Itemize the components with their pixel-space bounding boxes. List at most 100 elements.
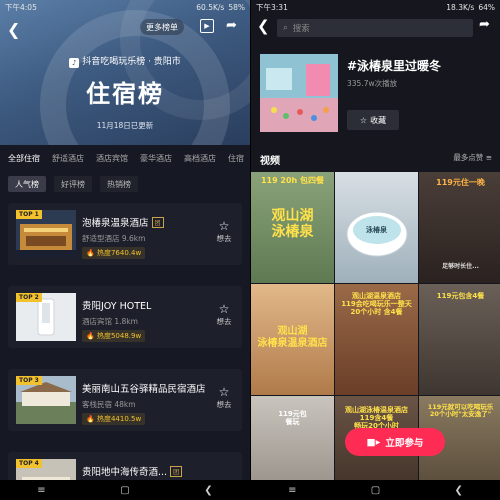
douyin-logo-icon: ♪ bbox=[69, 58, 80, 68]
bookmark-icon: ☆ bbox=[359, 115, 368, 125]
share-icon[interactable]: ➦ bbox=[226, 18, 237, 33]
hotel-thumbnail: TOP 2 bbox=[16, 293, 76, 341]
chip-best-selling[interactable]: 热销榜 bbox=[100, 176, 138, 192]
video-caption-small: 足够时长住... bbox=[442, 263, 479, 270]
tab-all-lodging[interactable]: 全部住宿 bbox=[8, 153, 40, 164]
hotel-name[interactable]: 美丽南山五谷驿精品民宿酒店 bbox=[82, 381, 206, 395]
search-icon: ⌕ bbox=[283, 23, 288, 33]
ranking-card[interactable]: TOP 1 泡椿泉温泉酒店团 舒适型酒店 9.6km 🔥 热度7640.4w ☆… bbox=[8, 203, 242, 265]
hotel-thumbnail: TOP 1 bbox=[16, 210, 76, 258]
join-label: 立即参与 bbox=[385, 438, 424, 449]
ranking-brand: ♪ 抖音吃喝玩乐榜 · 贵阳市 bbox=[0, 54, 250, 68]
hotel-thumbnail: TOP 3 bbox=[16, 376, 76, 424]
rank-tag: TOP 2 bbox=[16, 293, 42, 302]
want-to-go-button[interactable]: ☆ 想去 bbox=[212, 302, 236, 327]
home-icon[interactable]: ▢ bbox=[371, 485, 380, 496]
video-tile[interactable]: 观山湖温泉酒店 119会吃喝玩乐一整天 20个小时 含4餐 bbox=[335, 284, 418, 395]
brand-label: 抖音吃喝玩乐榜 · 贵阳市 bbox=[82, 57, 181, 67]
battery-level: 64% bbox=[478, 2, 495, 12]
network-speed: 60.5K/s bbox=[196, 2, 225, 12]
status-time: 下午3:31 bbox=[256, 2, 288, 12]
chip-popular[interactable]: 人气榜 bbox=[8, 176, 46, 192]
ranking-card[interactable]: TOP 3 美丽南山五谷驿精品民宿酒店 客栈民宿 48km 🔥 热度4410.5… bbox=[8, 369, 242, 431]
hotel-name-text: 泡椿泉温泉酒店 bbox=[82, 218, 149, 229]
search-placeholder: 搜索 bbox=[292, 24, 310, 34]
star-icon: ☆ bbox=[218, 302, 230, 316]
chip-top-rated[interactable]: 好评榜 bbox=[54, 176, 92, 192]
back-arrow-icon[interactable]: ❮ bbox=[257, 17, 270, 35]
video-caption: 119元住一晚 bbox=[436, 178, 485, 187]
hotel-name[interactable]: 贵阳JOY HOTEL bbox=[82, 298, 151, 312]
tab-lodging[interactable]: 住宿 bbox=[228, 153, 244, 164]
hotel-name[interactable]: 贵阳地中海传奇酒... 团 bbox=[82, 464, 183, 478]
group-buy-badge: 团 bbox=[170, 466, 183, 477]
back-arrow-icon[interactable]: ❮ bbox=[7, 20, 20, 39]
hotel-meta: 舒适型酒店 9.6km bbox=[82, 234, 146, 243]
video-tile[interactable]: 观山湖 泳椿泉温泉酒店 bbox=[251, 284, 334, 395]
menu-icon[interactable]: ≡ bbox=[37, 485, 45, 496]
network-speed: 18.3K/s bbox=[446, 2, 475, 12]
hotel-meta: 客栈民宿 48km bbox=[82, 400, 136, 409]
video-caption: 观山湖温泉酒店 119会吃喝玩乐一整天 20个小时 含4餐 bbox=[341, 292, 412, 317]
heat-badge: 🔥 热度7640.4w bbox=[82, 247, 146, 259]
video-tile[interactable]: 119元住一晚 足够时长住... bbox=[419, 172, 500, 283]
topic-title: #泳椿泉里过暖冬 bbox=[347, 59, 442, 73]
menu-icon[interactable]: ≡ bbox=[288, 485, 296, 496]
tab-comfort-hotel[interactable]: 舒适酒店 bbox=[52, 153, 84, 164]
want-label: 想去 bbox=[216, 317, 232, 326]
collect-label: 收藏 bbox=[370, 115, 387, 125]
heat-badge: 🔥 热度4410.5w bbox=[82, 413, 146, 425]
heat-badge: 🔥 热度5048.9w bbox=[82, 330, 146, 342]
video-caption-large: 观山湖 泳椿泉温泉酒店 bbox=[257, 326, 328, 349]
video-caption: 119元包 餐玩 bbox=[278, 410, 307, 427]
home-icon[interactable]: ▢ bbox=[120, 485, 129, 496]
rank-tag: TOP 3 bbox=[16, 376, 42, 385]
play-icon[interactable]: ▶ bbox=[200, 19, 214, 33]
rank-tag: TOP 1 bbox=[16, 210, 42, 219]
video-caption: 泳椿泉 bbox=[366, 226, 387, 234]
back-icon[interactable]: ❮ bbox=[454, 485, 462, 496]
tab-upscale-hotel[interactable]: 高档酒店 bbox=[184, 153, 216, 164]
video-caption: 119 20h 包四餐 bbox=[260, 176, 325, 185]
topic-screen: 下午3:31 18.3K/s 64% ❮ ⌕ 搜索 ➦ #泳椿泉里过暖冬 335… bbox=[250, 0, 500, 500]
join-now-button[interactable]: ■▸ 立即参与 bbox=[345, 428, 445, 456]
search-input[interactable]: ⌕ 搜索 bbox=[277, 19, 473, 37]
status-bar: 下午3:31 18.3K/s 64% bbox=[251, 0, 500, 14]
video-tile[interactable]: 泳椿泉 bbox=[335, 172, 418, 283]
sort-label: 最多点赞 bbox=[453, 153, 484, 162]
star-icon: ☆ bbox=[218, 219, 230, 233]
video-caption: 观山湖泳椿温泉酒店 119含4餐 畅玩20个小时 bbox=[345, 406, 408, 431]
video-caption-large: 观山湖 泳椿泉 bbox=[271, 208, 314, 241]
heat-value: 热度7640.4w bbox=[96, 249, 142, 257]
search-header: ❮ ⌕ 搜索 ➦ bbox=[251, 17, 500, 37]
status-time: 下午4:05 bbox=[5, 2, 37, 12]
heat-value: 热度5048.9w bbox=[96, 332, 142, 340]
ranking-card[interactable]: TOP 2 贵阳JOY HOTEL 酒店宾馆 1.8km 🔥 热度5048.9w… bbox=[8, 286, 242, 348]
video-caption: 119元就可以吃喝玩乐 20个小时"太安逸了" bbox=[427, 403, 494, 419]
video-camera-icon: ■▸ bbox=[366, 436, 381, 448]
hotel-name[interactable]: 泡椿泉温泉酒店团 bbox=[82, 215, 164, 229]
topic-play-count: 335.7w次播放 bbox=[347, 79, 398, 88]
want-label: 想去 bbox=[216, 234, 232, 243]
video-tile[interactable]: 119元包含4餐 bbox=[419, 284, 500, 395]
hotel-name-text: 贵阳地中海传奇酒... bbox=[82, 467, 168, 478]
share-icon[interactable]: ➦ bbox=[479, 17, 490, 32]
group-buy-badge: 团 bbox=[151, 217, 164, 228]
battery-level: 58% bbox=[228, 2, 245, 12]
status-bar: 下午4:05 60.5K/s 58% bbox=[0, 0, 250, 14]
more-lists-button[interactable]: 更多榜单 bbox=[140, 19, 184, 35]
star-icon: ☆ bbox=[218, 385, 230, 399]
tab-luxury-hotel[interactable]: 豪华酒店 bbox=[140, 153, 172, 164]
sort-dropdown[interactable]: 最多点赞 ≡ bbox=[453, 152, 492, 163]
filter-icon: ≡ bbox=[485, 153, 492, 162]
video-tile[interactable]: 119 20h 包四餐 观山湖 泳椿泉 bbox=[251, 172, 334, 283]
updated-date: 11月18日已更新 bbox=[96, 121, 154, 130]
videos-section-title: 视频 bbox=[260, 156, 280, 167]
back-icon[interactable]: ❮ bbox=[204, 485, 212, 496]
rank-tag: TOP 4 bbox=[16, 459, 42, 468]
collect-button[interactable]: ☆ 收藏 bbox=[347, 110, 399, 130]
ranking-filter: 人气榜 好评榜 热销榜 bbox=[8, 176, 138, 192]
want-to-go-button[interactable]: ☆ 想去 bbox=[212, 385, 236, 410]
want-to-go-button[interactable]: ☆ 想去 bbox=[212, 219, 236, 244]
tab-hotel-guesthouse[interactable]: 酒店宾馆 bbox=[96, 153, 128, 164]
